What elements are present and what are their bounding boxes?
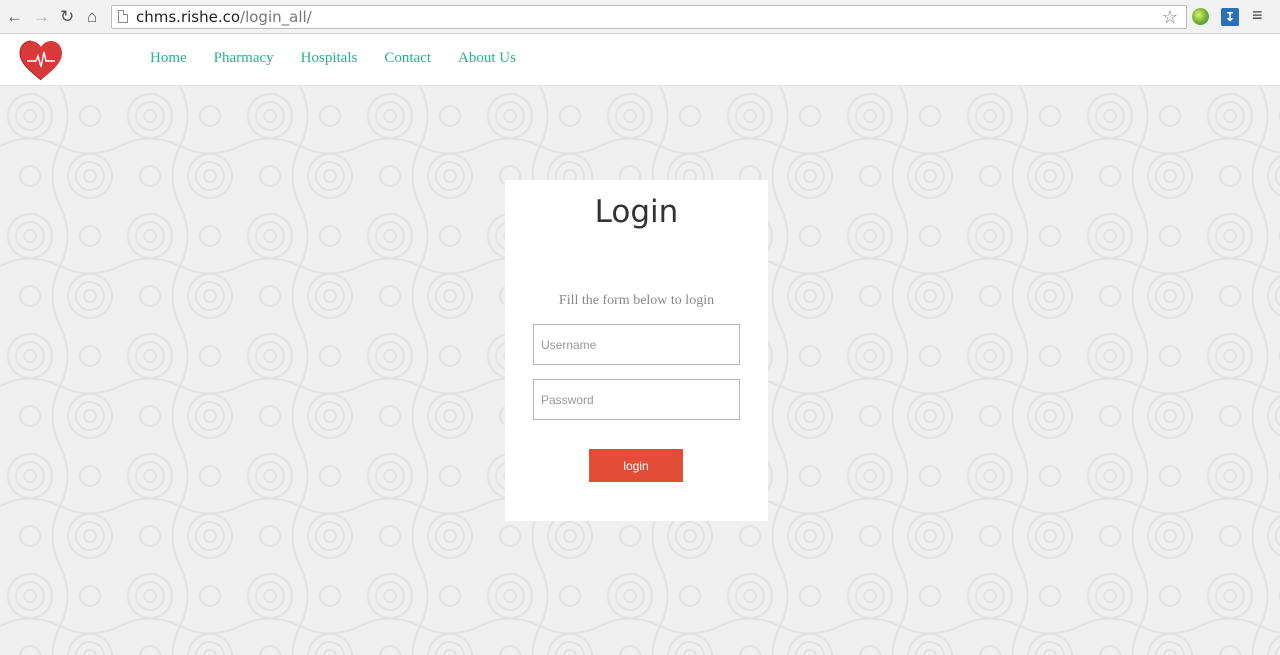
nav-pharmacy[interactable]: Pharmacy	[214, 50, 274, 67]
nav-home[interactable]: Home	[150, 50, 187, 67]
nav-hospitals[interactable]: Hospitals	[301, 50, 358, 67]
main-nav: Home Pharmacy Hospitals Contact About Us	[150, 49, 543, 67]
home-icon[interactable]: ⌂	[87, 7, 97, 27]
back-arrow-icon[interactable]: ←	[6, 7, 23, 27]
username-input[interactable]	[533, 324, 740, 365]
nav-contact[interactable]: Contact	[384, 50, 431, 67]
page-title: Login	[594, 194, 679, 230]
login-card: Login Fill the form below to login login	[505, 180, 768, 521]
browser-toolbar: ← → ↻ ⌂ chms.rishe.co/login_all/ ☆ ↧ ≡	[0, 0, 1280, 34]
nav-about-us[interactable]: About Us	[458, 50, 516, 67]
menu-icon[interactable]: ≡	[1252, 5, 1263, 26]
url-text[interactable]: chms.rishe.co/login_all/	[136, 8, 312, 26]
url-path: /login_all/	[240, 8, 312, 26]
globe-extension-icon[interactable]	[1192, 8, 1209, 25]
password-input[interactable]	[533, 379, 740, 420]
page-icon	[118, 10, 128, 23]
login-subtitle: Fill the form below to login	[558, 293, 715, 308]
heart-pulse-logo[interactable]	[19, 40, 63, 82]
forward-arrow-icon[interactable]: →	[33, 7, 50, 27]
address-bar[interactable]: chms.rishe.co/login_all/ ☆	[111, 5, 1187, 29]
download-extension-icon[interactable]: ↧	[1221, 8, 1239, 26]
login-button[interactable]: login	[589, 449, 683, 482]
url-host: chms.rishe.co	[136, 8, 241, 26]
star-icon[interactable]: ☆	[1162, 7, 1178, 28]
reload-icon[interactable]: ↻	[60, 7, 74, 27]
site-header: Home Pharmacy Hospitals Contact About Us	[0, 34, 1280, 86]
